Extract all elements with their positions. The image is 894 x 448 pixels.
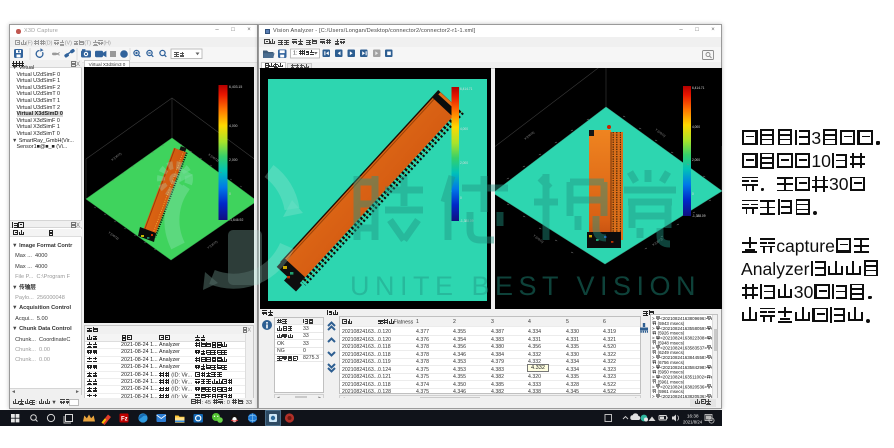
svg-text:2,000: 2,000	[460, 161, 468, 165]
svg-text:16:38: 16:38	[687, 414, 699, 419]
svg-text:0: 0	[460, 196, 462, 200]
svg-text:2,000: 2,000	[229, 158, 238, 162]
svg-text:X (U072): X (U072)	[651, 237, 663, 247]
svg-text:6,403.15: 6,403.15	[229, 85, 242, 89]
svg-text:X (U072): X (U072)	[523, 130, 535, 140]
svg-text:-1,388.09: -1,388.09	[460, 219, 474, 223]
svg-text:6,414.71: 6,414.71	[460, 87, 473, 91]
svg-text:4,000: 4,000	[692, 125, 700, 129]
svg-text:2,000: 2,000	[692, 158, 700, 162]
svg-text:Y (U072): Y (U072)	[206, 240, 218, 250]
svg-text:Y (U072): Y (U072)	[532, 234, 544, 244]
svg-text:X (U072): X (U072)	[207, 153, 219, 163]
svg-text:2021/8/24: 2021/8/24	[683, 420, 703, 425]
svg-text:0: 0	[692, 192, 694, 196]
svg-text:4,000: 4,000	[229, 124, 238, 128]
svg-text:-1,388.09: -1,388.09	[692, 214, 706, 218]
svg-text:Fz: Fz	[121, 417, 128, 423]
svg-text:6,414.71: 6,414.71	[692, 86, 705, 90]
svg-text:0: 0	[229, 192, 231, 196]
svg-text:X (U072): X (U072)	[110, 152, 122, 162]
svg-text:Y (U072): Y (U072)	[654, 128, 666, 138]
svg-text:4,000: 4,000	[460, 127, 468, 131]
svg-text:Y (U072): Y (U072)	[107, 231, 119, 241]
svg-text:-1,646.92: -1,646.92	[229, 218, 243, 222]
